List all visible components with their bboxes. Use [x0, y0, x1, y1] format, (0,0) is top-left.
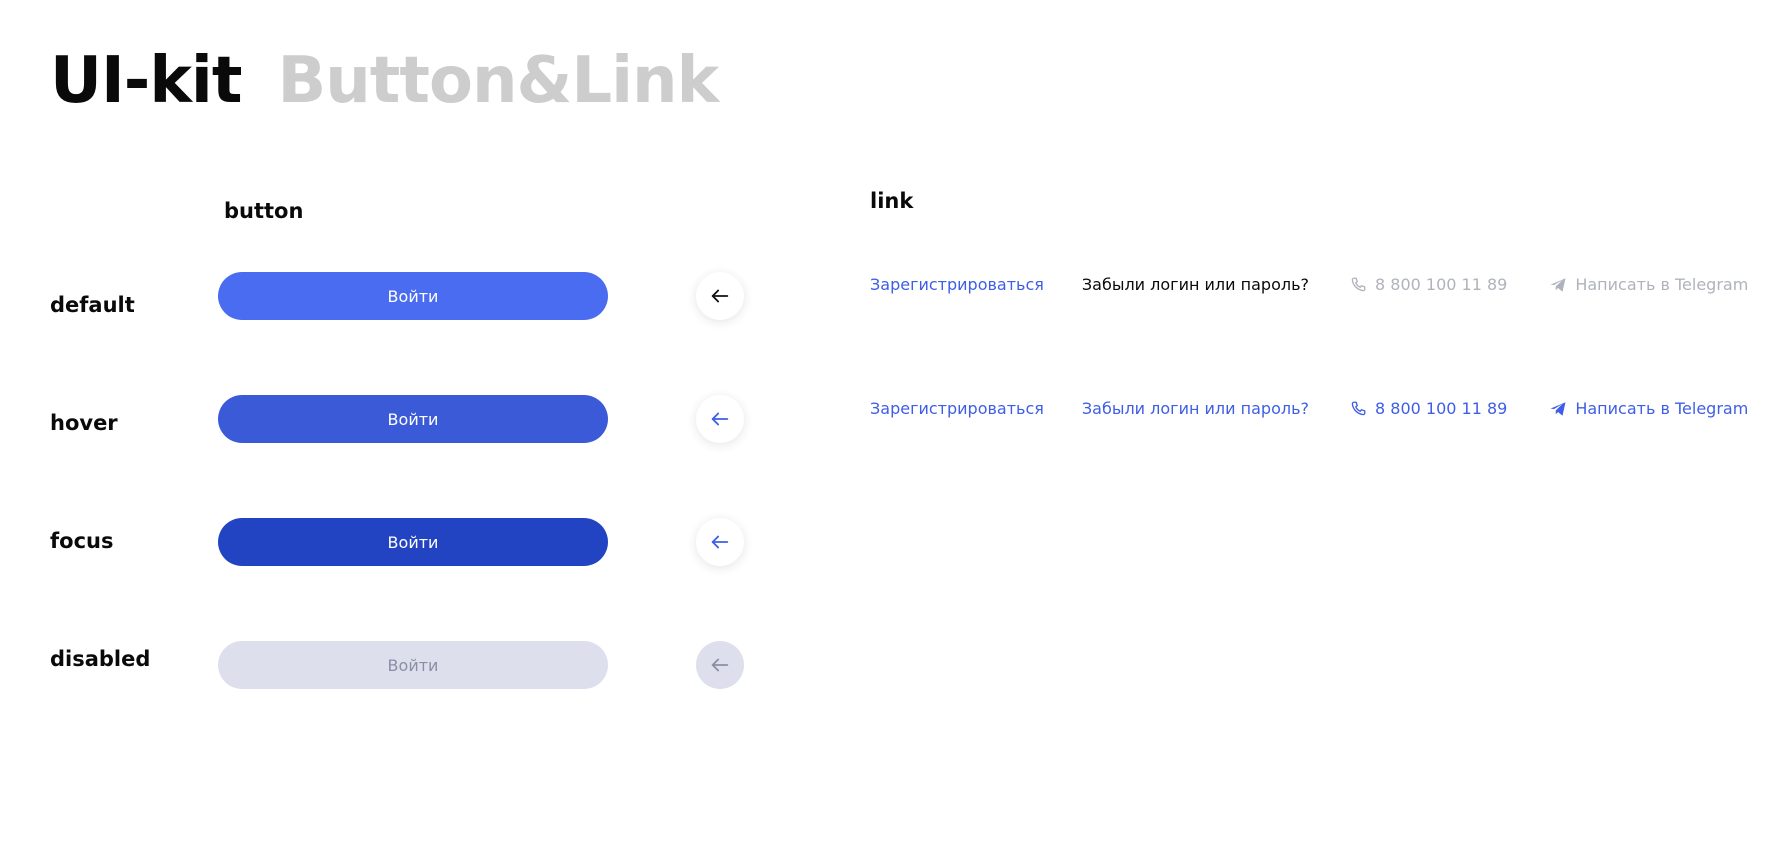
back-button-default[interactable]	[696, 272, 744, 320]
register-link[interactable]: Зарегистрироваться	[870, 275, 1044, 294]
button-section-heading: button	[224, 199, 304, 223]
telegram-link[interactable]: Написать в Telegram	[1549, 275, 1748, 294]
telegram-link-label: Написать в Telegram	[1575, 275, 1749, 294]
phone-icon	[1351, 277, 1366, 291]
login-button-disabled: Войти	[218, 641, 608, 689]
login-button-focus[interactable]: Войти	[218, 518, 608, 566]
back-button-hover[interactable]	[696, 395, 744, 443]
arrow-left-icon	[711, 412, 729, 426]
link-section-heading: link	[870, 189, 914, 213]
arrow-left-icon	[711, 289, 729, 303]
register-link-hover[interactable]: Зарегистрироваться	[870, 399, 1044, 418]
link-row-default: Зарегистрироваться Забыли логин или паро…	[870, 275, 1748, 294]
page-title: UI-kit Button&Link	[50, 44, 719, 118]
telegram-icon	[1550, 277, 1566, 292]
state-label-hover: hover	[50, 411, 118, 435]
telegram-link-hover[interactable]: Написать в Telegram	[1549, 399, 1748, 418]
phone-link-label: 8 800 100 11 89	[1375, 275, 1508, 294]
telegram-icon	[1550, 401, 1566, 416]
state-label-focus: focus	[50, 529, 114, 553]
phone-link-label: 8 800 100 11 89	[1375, 399, 1508, 418]
phone-icon	[1351, 401, 1366, 415]
link-row-hover: Зарегистрироваться Забыли логин или паро…	[870, 399, 1748, 418]
page-title-sub: Button&Link	[277, 44, 719, 118]
state-label-disabled: disabled	[50, 647, 151, 671]
arrow-left-icon	[711, 658, 729, 672]
ui-kit-page: UI-kit Button&Link button link default В…	[0, 0, 1771, 867]
arrow-left-icon	[711, 535, 729, 549]
forgot-password-link-hover[interactable]: Забыли логин или пароль?	[1082, 399, 1309, 418]
state-label-default: default	[50, 293, 135, 317]
page-title-main: UI-kit	[50, 44, 242, 118]
phone-link[interactable]: 8 800 100 11 89	[1349, 275, 1507, 294]
phone-link-hover[interactable]: 8 800 100 11 89	[1349, 399, 1507, 418]
back-button-disabled	[696, 641, 744, 689]
login-button-hover[interactable]: Войти	[218, 395, 608, 443]
telegram-link-label: Написать в Telegram	[1575, 399, 1749, 418]
forgot-password-link[interactable]: Забыли логин или пароль?	[1082, 275, 1309, 294]
login-button-default[interactable]: Войти	[218, 272, 608, 320]
back-button-focus[interactable]	[696, 518, 744, 566]
